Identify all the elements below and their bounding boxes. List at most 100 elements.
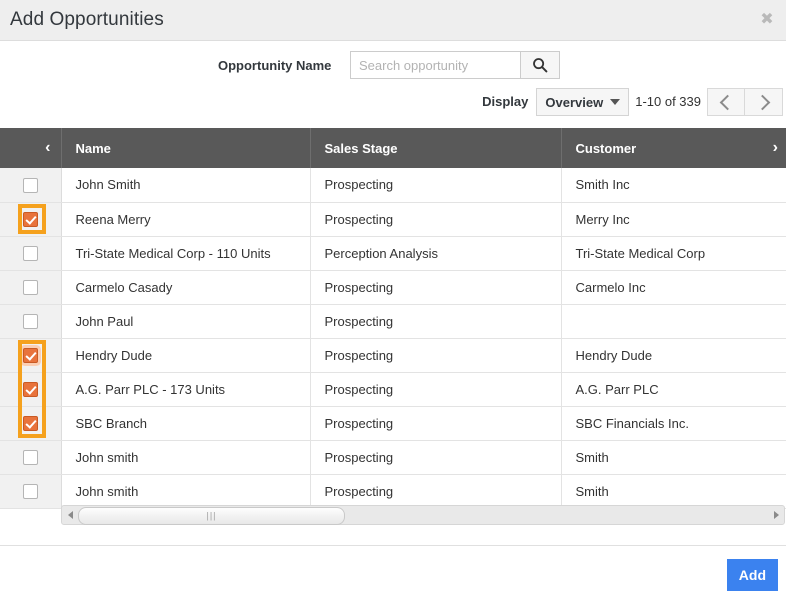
cell-sales-stage: Prospecting (310, 372, 562, 407)
row-checkbox-cell[interactable] (0, 474, 62, 509)
table-row[interactable]: SBC Branch Prospecting SBC Financials Inc. (0, 406, 786, 441)
cell-customer: Smith (561, 474, 786, 509)
cell-sales-stage: Prospecting (310, 406, 562, 441)
record-count: 1-10 of 339 (635, 94, 701, 109)
table-row[interactable]: John Paul Prospecting (0, 304, 786, 339)
row-checkbox-cell[interactable] (0, 338, 62, 373)
column-header-select-all[interactable]: ‹ (0, 128, 62, 168)
search-field-group (350, 51, 560, 79)
column-header-name[interactable]: Name (61, 128, 311, 168)
opportunity-name-label: Opportunity Name (218, 58, 332, 73)
row-checkbox[interactable] (22, 212, 38, 228)
table-row[interactable]: Hendry Dude Prospecting Hendry Dude (0, 338, 786, 373)
row-checkbox-cell[interactable] (0, 372, 62, 407)
add-button[interactable]: Add (726, 559, 778, 591)
cell-customer: Merry Inc (561, 202, 786, 237)
row-checkbox-cell[interactable] (0, 440, 62, 475)
next-page-button[interactable] (745, 88, 783, 116)
cell-name: Hendry Dude (61, 338, 311, 373)
cell-name: John smith (61, 440, 311, 475)
cell-name: John smith (61, 474, 311, 509)
search-icon (532, 57, 548, 73)
cell-sales-stage: Prospecting (310, 168, 562, 203)
prev-page-button[interactable] (707, 88, 745, 116)
row-checkbox[interactable] (22, 348, 38, 364)
table-row[interactable]: Carmelo Casady Prospecting Carmelo Inc (0, 270, 786, 305)
table-body: John Smith Prospecting Smith Inc Reena Merr… (0, 168, 786, 509)
display-select[interactable]: Overview (536, 88, 630, 116)
opportunity-table: ‹ Name Sales Stage Customer › John Smith… (0, 128, 786, 509)
scrollbar-track[interactable]: ||| (78, 506, 768, 525)
row-checkbox[interactable] (22, 382, 38, 398)
cell-customer: A.G. Parr PLC (561, 372, 786, 407)
cell-name: Carmelo Casady (61, 270, 311, 305)
triangle-left-icon (67, 511, 73, 519)
cell-sales-stage: Prospecting (310, 474, 562, 509)
cell-customer: Smith (561, 440, 786, 475)
table-row[interactable]: John smith Prospecting Smith (0, 440, 786, 475)
row-checkbox[interactable] (22, 280, 38, 296)
cell-sales-stage: Prospecting (310, 440, 562, 475)
row-checkbox-cell[interactable] (0, 406, 62, 441)
column-header-customer-label: Customer (575, 140, 637, 156)
cell-name: Tri-State Medical Corp - 110 Units (61, 236, 311, 271)
scroll-left-icon[interactable]: ‹ (45, 139, 50, 157)
chevron-down-icon (610, 99, 621, 105)
horizontal-scrollbar[interactable]: ||| (61, 505, 785, 525)
table-row[interactable]: Reena Merry Prospecting Merry Inc (0, 202, 786, 237)
close-icon[interactable]: ✖ (756, 9, 778, 31)
row-checkbox[interactable] (22, 177, 38, 193)
cell-name: A.G. Parr PLC - 173 Units (61, 372, 311, 407)
cell-name: John Paul (61, 304, 311, 339)
dialog-footer: Add (0, 545, 786, 595)
table-header-row: ‹ Name Sales Stage Customer › (0, 128, 786, 168)
display-controls: Display Overview 1-10 of 339 (482, 88, 783, 116)
column-header-customer[interactable]: Customer › (561, 128, 786, 168)
cell-name: SBC Branch (61, 406, 311, 441)
opportunity-table-wrap: ‹ Name Sales Stage Customer › John Smith… (0, 128, 786, 509)
row-checkbox[interactable] (22, 484, 38, 500)
display-select-value: Overview (545, 94, 604, 110)
cell-customer: Carmelo Inc (561, 270, 786, 305)
page-title: Add Opportunities (10, 9, 164, 30)
scrollbar-thumb[interactable]: ||| (78, 507, 345, 525)
cell-sales-stage: Prospecting (310, 338, 562, 373)
scrollbar-left-button[interactable] (62, 506, 78, 524)
row-checkbox[interactable] (22, 450, 38, 466)
table-row[interactable]: John smith Prospecting Smith (0, 474, 786, 509)
row-checkbox[interactable] (22, 246, 38, 262)
triangle-right-icon (773, 511, 779, 519)
cell-sales-stage: Perception Analysis (310, 236, 562, 271)
scrollbar-grip: ||| (206, 510, 217, 521)
chevron-right-icon (754, 94, 770, 110)
display-toolbar: Display Overview 1-10 of 339 (0, 88, 786, 116)
row-checkbox-cell[interactable] (0, 168, 62, 203)
column-header-sales-stage[interactable]: Sales Stage (310, 128, 562, 168)
cell-customer (561, 304, 786, 339)
search-input[interactable] (350, 51, 520, 79)
table-row[interactable]: Tri-State Medical Corp - 110 Units Percep… (0, 236, 786, 271)
cell-sales-stage: Prospecting (310, 202, 562, 237)
scroll-right-icon[interactable]: › (773, 139, 778, 157)
display-label: Display (482, 94, 529, 109)
chevron-left-icon (719, 94, 736, 110)
row-checkbox-cell[interactable] (0, 202, 62, 237)
row-checkbox-cell[interactable] (0, 236, 62, 271)
dialog-header: Add Opportunities ✖ (0, 0, 786, 41)
row-checkbox[interactable] (22, 416, 38, 432)
search-button[interactable] (520, 51, 560, 79)
cell-customer: SBC Financials Inc. (561, 406, 786, 441)
scrollbar-right-button[interactable] (768, 506, 784, 524)
cell-name: John Smith (61, 168, 311, 203)
table-head: ‹ Name Sales Stage Customer › (0, 128, 786, 168)
row-checkbox[interactable] (22, 314, 38, 330)
cell-name: Reena Merry (61, 202, 311, 237)
cell-customer: Hendry Dude (561, 338, 786, 373)
cell-customer: Tri-State Medical Corp (561, 236, 786, 271)
table-row[interactable]: A.G. Parr PLC - 173 Units Prospecting A.G.… (0, 372, 786, 407)
row-checkbox-cell[interactable] (0, 304, 62, 339)
cell-sales-stage: Prospecting (310, 270, 562, 305)
cell-customer: Smith Inc (561, 168, 786, 203)
table-row[interactable]: John Smith Prospecting Smith Inc (0, 168, 786, 203)
row-checkbox-cell[interactable] (0, 270, 62, 305)
